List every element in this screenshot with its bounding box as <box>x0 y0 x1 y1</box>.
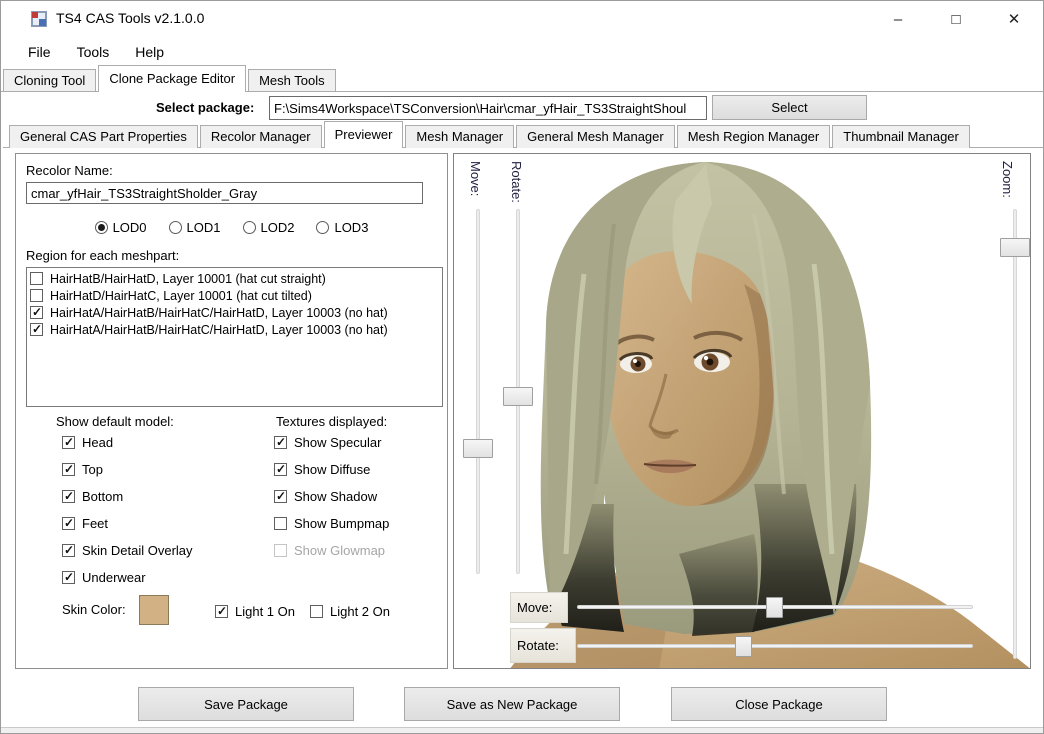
tab-thumbnail-manager[interactable]: Thumbnail Manager <box>832 125 970 148</box>
move-horizontal-slider-thumb[interactable] <box>766 597 783 618</box>
select-package-button[interactable]: Select <box>712 95 867 120</box>
checkbox-top[interactable]: Top <box>62 462 103 477</box>
checkbox-light-2-on[interactable]: Light 2 On <box>310 604 390 619</box>
checkbox-bottom[interactable]: Bottom <box>62 489 123 504</box>
menu-tools[interactable]: Tools <box>64 40 123 64</box>
rotate-horizontal-slider[interactable] <box>577 644 973 648</box>
radio-lod0[interactable]: LOD0 <box>95 220 147 235</box>
recolor-name-input[interactable] <box>26 182 423 204</box>
save-as-new-package-button[interactable]: Save as New Package <box>404 687 620 721</box>
tab-mesh-tools[interactable]: Mesh Tools <box>248 69 336 92</box>
rotate-horizontal-label: Rotate: <box>510 628 576 663</box>
textures-displayed-label: Textures displayed: <box>276 414 387 429</box>
checkbox-show-diffuse[interactable]: Show Diffuse <box>274 462 370 477</box>
tab-general-mesh-manager[interactable]: General Mesh Manager <box>516 125 675 148</box>
region-listbox: HairHatB/HairHatD, Layer 10001 (hat cut … <box>26 267 443 407</box>
tab-recolor-manager[interactable]: Recolor Manager <box>200 125 322 148</box>
menu-help[interactable]: Help <box>122 40 177 64</box>
move-horizontal-label: Move: <box>510 592 568 623</box>
rotate-vertical-label: Rotate: <box>509 160 524 204</box>
close-icon[interactable]: ✕ <box>985 1 1043 37</box>
skin-color-swatch[interactable] <box>139 595 169 625</box>
region-row[interactable]: HairHatD/HairHatC, Layer 10001 (hat cut … <box>28 287 441 304</box>
previewer-settings-panel: Recolor Name: LOD0 LOD1 LOD2 LOD3 Region… <box>15 153 448 669</box>
recolor-name-label: Recolor Name: <box>26 163 113 178</box>
main-tab-strip: Cloning Tool Clone Package Editor Mesh T… <box>3 67 338 92</box>
checkbox-show-shadow[interactable]: Show Shadow <box>274 489 377 504</box>
tab-cloning-tool[interactable]: Cloning Tool <box>3 69 96 92</box>
minimize-icon[interactable]: – <box>869 1 927 37</box>
app-window: TS4 CAS Tools v2.1.0.0 – □ ✕ File Tools … <box>0 0 1044 734</box>
radio-lod2[interactable]: LOD2 <box>243 220 295 235</box>
menu-file[interactable]: File <box>15 40 64 64</box>
skin-color-label: Skin Color: <box>62 602 126 617</box>
checkbox-head[interactable]: Head <box>62 435 113 450</box>
region-row[interactable]: HairHatB/HairHatD, Layer 10001 (hat cut … <box>28 270 441 287</box>
title-bar: TS4 CAS Tools v2.1.0.0 – □ ✕ <box>1 1 1043 37</box>
checkbox-show-bumpmap[interactable]: Show Bumpmap <box>274 516 389 531</box>
rotate-vertical-slider-thumb[interactable] <box>503 387 533 406</box>
checkbox-feet[interactable]: Feet <box>62 516 108 531</box>
close-package-button[interactable]: Close Package <box>671 687 887 721</box>
app-icon <box>31 11 47 27</box>
checkbox-skin-detail-overlay[interactable]: Skin Detail Overlay <box>62 543 193 558</box>
tab-general-cas-part-properties[interactable]: General CAS Part Properties <box>9 125 198 148</box>
tab-mesh-manager[interactable]: Mesh Manager <box>405 125 514 148</box>
move-vertical-slider[interactable] <box>476 209 480 574</box>
window-bottom-edge <box>1 727 1043 733</box>
menu-bar: File Tools Help <box>1 37 1043 66</box>
region-row[interactable]: HairHatA/HairHatB/HairHatC/HairHatD, Lay… <box>28 304 441 321</box>
maximize-icon[interactable]: □ <box>927 1 985 37</box>
zoom-slider[interactable] <box>1013 209 1017 659</box>
show-default-model-label: Show default model: <box>56 414 174 429</box>
checkbox-show-glowmap: Show Glowmap <box>274 543 385 558</box>
move-vertical-slider-thumb[interactable] <box>463 439 493 458</box>
region-list-label: Region for each meshpart: <box>26 248 179 263</box>
lod-radio-group: LOD0 LOD1 LOD2 LOD3 <box>16 220 447 235</box>
tab-previewer[interactable]: Previewer <box>324 121 404 148</box>
sub-tab-strip: General CAS Part Properties Recolor Mana… <box>9 124 972 148</box>
zoom-slider-thumb[interactable] <box>1000 238 1030 257</box>
region-row[interactable]: HairHatA/HairHatB/HairHatC/HairHatD, Lay… <box>28 321 441 338</box>
move-vertical-label: Move: <box>468 160 483 197</box>
tab-mesh-region-manager[interactable]: Mesh Region Manager <box>677 125 831 148</box>
package-path-input[interactable] <box>269 96 707 120</box>
radio-lod1[interactable]: LOD1 <box>169 220 221 235</box>
checkbox-show-specular[interactable]: Show Specular <box>274 435 381 450</box>
model-preview-canvas[interactable]: Move: Rotate: Zoom: Move: Rotate: <box>453 153 1031 669</box>
save-package-button[interactable]: Save Package <box>138 687 354 721</box>
tab-clone-package-editor[interactable]: Clone Package Editor <box>98 65 246 92</box>
checkbox-underwear[interactable]: Underwear <box>62 570 146 585</box>
radio-lod3[interactable]: LOD3 <box>316 220 368 235</box>
select-package-label: Select package: <box>156 100 254 115</box>
rotate-horizontal-slider-thumb[interactable] <box>735 636 752 657</box>
zoom-vertical-label: Zoom: <box>1000 160 1015 199</box>
checkbox-light-1-on[interactable]: Light 1 On <box>215 604 295 619</box>
window-title: TS4 CAS Tools v2.1.0.0 <box>56 10 204 26</box>
